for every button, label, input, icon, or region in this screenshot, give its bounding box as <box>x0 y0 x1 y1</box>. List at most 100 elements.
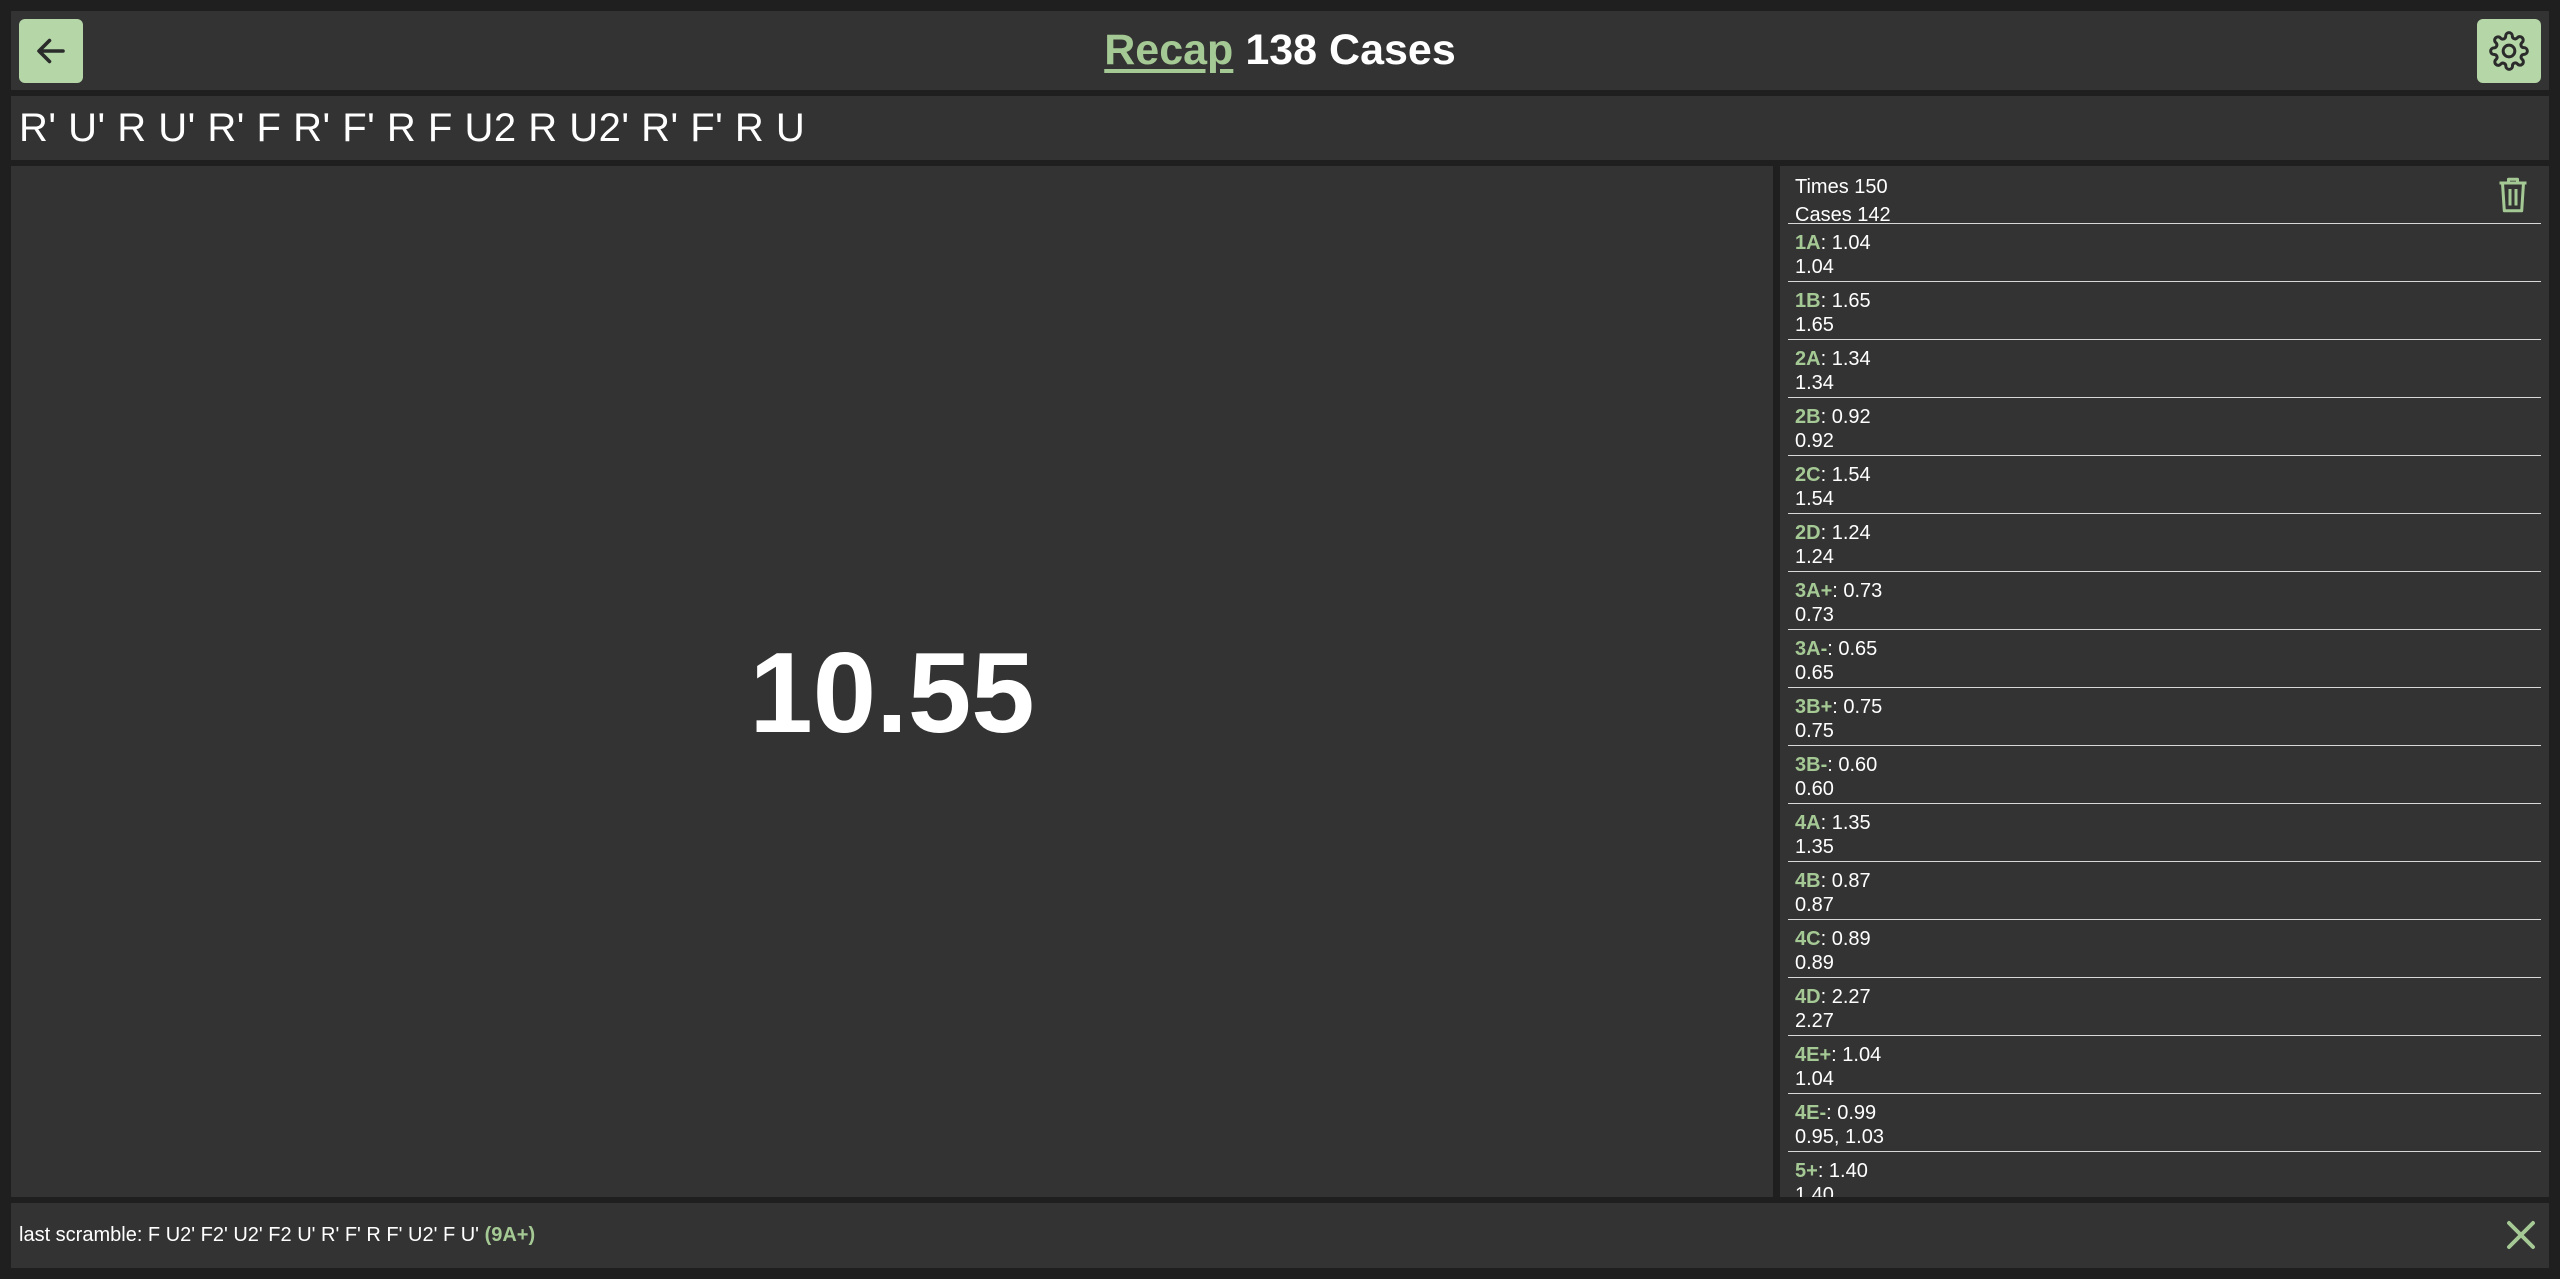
case-times: 2.27 <box>1795 1010 1834 1032</box>
case-list: 1A: 1.04 1.04 1B: 1.65 1.65 2A: 1.34 1.34 2B: … <box>1780 224 2549 1197</box>
timer-panel[interactable]: 10.55 <box>11 166 1773 1197</box>
scramble-bar: R' U' R U' R' F R' F' R F U2 R U2' R' F'… <box>11 96 2549 160</box>
case-summary: 3B-: 0.60 <box>1795 753 2541 777</box>
case-row[interactable]: 2B: 0.92 0.92 <box>1788 398 2541 456</box>
case-name: 4E- <box>1795 1102 1827 1124</box>
case-average: : 0.60 <box>1827 754 1878 776</box>
case-name: 3A+ <box>1795 580 1833 602</box>
case-name: 2C <box>1795 464 1821 486</box>
case-average: : 1.04 <box>1831 1044 1882 1066</box>
case-summary: 1B: 1.65 <box>1795 289 2541 313</box>
timer-display: 10.55 <box>749 630 1035 757</box>
case-row[interactable]: 2C: 1.54 1.54 <box>1788 456 2541 514</box>
case-summary: 2B: 0.92 <box>1795 405 2541 429</box>
case-times: 1.34 <box>1795 372 1834 394</box>
case-name: 4B <box>1795 870 1821 892</box>
case-summary: 4B: 0.87 <box>1795 869 2541 893</box>
case-row[interactable]: 3A+: 0.73 0.73 <box>1788 572 2541 630</box>
case-name: 2D <box>1795 522 1821 544</box>
stats-panel: Times 150 Cases 142 1A: 1.04 1.04 1B: 1.65… <box>1780 166 2549 1197</box>
case-row[interactable]: 4D: 2.27 2.27 <box>1788 978 2541 1036</box>
case-summary: 2D: 1.24 <box>1795 521 2541 545</box>
case-average: : 0.92 <box>1820 406 1871 428</box>
case-times: 1.04 <box>1795 256 1834 278</box>
cases-count-title: 138 Cases <box>1245 26 1456 74</box>
case-name: 2A <box>1795 348 1821 370</box>
settings-button[interactable] <box>2477 19 2541 83</box>
case-average: : 2.27 <box>1820 986 1871 1008</box>
case-average: : 1.54 <box>1820 464 1871 486</box>
case-times: 1.40 <box>1795 1184 1834 1197</box>
case-times: 1.35 <box>1795 836 1834 858</box>
case-times: 1.54 <box>1795 488 1834 510</box>
case-summary: 4D: 2.27 <box>1795 985 2541 1009</box>
case-times: 1.24 <box>1795 546 1834 568</box>
case-times: 0.92 <box>1795 430 1834 452</box>
case-average: : 0.65 <box>1827 638 1878 660</box>
case-average: : 0.73 <box>1832 580 1883 602</box>
close-button[interactable] <box>2503 1217 2539 1253</box>
case-average: : 0.99 <box>1826 1102 1877 1124</box>
case-row[interactable]: 4E-: 0.99 0.95, 1.03 <box>1788 1094 2541 1152</box>
case-row[interactable]: 4B: 0.87 0.87 <box>1788 862 2541 920</box>
case-summary: 2A: 1.34 <box>1795 347 2541 371</box>
last-scramble-label: last scramble: F U2' F2' U2' F2 U' R' F'… <box>11 1224 535 1247</box>
clear-times-button[interactable] <box>2495 175 2531 215</box>
case-name: 3B+ <box>1795 696 1833 718</box>
case-name: 5+ <box>1795 1160 1818 1182</box>
times-count: Times 150 <box>1795 176 1888 198</box>
case-average: : 0.89 <box>1820 928 1871 950</box>
case-name: 1B <box>1795 290 1821 312</box>
case-row[interactable]: 5+: 1.40 1.40 <box>1788 1152 2541 1197</box>
case-average: : 1.04 <box>1820 232 1871 254</box>
case-average: : 0.75 <box>1832 696 1883 718</box>
case-average: : 1.35 <box>1820 812 1871 834</box>
case-average: : 1.40 <box>1817 1160 1868 1182</box>
case-row[interactable]: 2D: 1.24 1.24 <box>1788 514 2541 572</box>
current-scramble: R' U' R U' R' F R' F' R F U2 R U2' R' F'… <box>19 105 806 150</box>
case-name: 4E+ <box>1795 1044 1832 1066</box>
case-summary: 4C: 0.89 <box>1795 927 2541 951</box>
case-times: 0.75 <box>1795 720 1834 742</box>
case-times: 0.65 <box>1795 662 1834 684</box>
case-times: 1.04 <box>1795 1068 1834 1090</box>
case-row[interactable]: 4A: 1.35 1.35 <box>1788 804 2541 862</box>
last-scramble-text: last scramble: F U2' F2' U2' F2 U' R' F'… <box>19 1224 479 1246</box>
case-summary: 4A: 1.35 <box>1795 811 2541 835</box>
case-name: 4C <box>1795 928 1821 950</box>
case-times: 0.73 <box>1795 604 1834 626</box>
case-times: 0.87 <box>1795 894 1834 916</box>
last-case-tag[interactable]: (9A+) <box>485 1224 536 1246</box>
case-summary: 4E+: 1.04 <box>1795 1043 2541 1067</box>
case-row[interactable]: 4E+: 1.04 1.04 <box>1788 1036 2541 1094</box>
case-row[interactable]: 3A-: 0.65 0.65 <box>1788 630 2541 688</box>
trash-icon <box>2499 177 2527 213</box>
case-name: 3B- <box>1795 754 1828 776</box>
case-name: 4A <box>1795 812 1821 834</box>
header-bar: Recap 138 Cases <box>11 11 2549 90</box>
case-name: 2B <box>1795 406 1821 428</box>
case-row[interactable]: 2A: 1.34 1.34 <box>1788 340 2541 398</box>
case-summary: 4E-: 0.99 <box>1795 1101 2541 1125</box>
close-icon <box>2507 1221 2535 1249</box>
case-row[interactable]: 3B-: 0.60 0.60 <box>1788 746 2541 804</box>
case-row[interactable]: 3B+: 0.75 0.75 <box>1788 688 2541 746</box>
case-row[interactable]: 4C: 0.89 0.89 <box>1788 920 2541 978</box>
case-times: 0.89 <box>1795 952 1834 974</box>
case-average: : 0.87 <box>1820 870 1871 892</box>
footer-bar: last scramble: F U2' F2' U2' F2 U' R' F'… <box>11 1203 2549 1268</box>
case-row[interactable]: 1B: 1.65 1.65 <box>1788 282 2541 340</box>
case-times: 0.60 <box>1795 778 1834 800</box>
case-name: 3A- <box>1795 638 1828 660</box>
recap-link[interactable]: Recap <box>1104 26 1233 75</box>
case-average: : 1.24 <box>1820 522 1871 544</box>
case-average: : 1.65 <box>1820 290 1871 312</box>
case-summary: 3A+: 0.73 <box>1795 579 2541 603</box>
case-summary: 2C: 1.54 <box>1795 463 2541 487</box>
case-name: 4D <box>1795 986 1821 1008</box>
stats-summary: Times 150 Cases 142 <box>1788 166 2541 226</box>
case-row[interactable]: 1A: 1.04 1.04 <box>1788 224 2541 282</box>
case-times: 1.65 <box>1795 314 1834 336</box>
gear-icon <box>2489 31 2529 71</box>
case-summary: 5+: 1.40 <box>1795 1159 2541 1183</box>
